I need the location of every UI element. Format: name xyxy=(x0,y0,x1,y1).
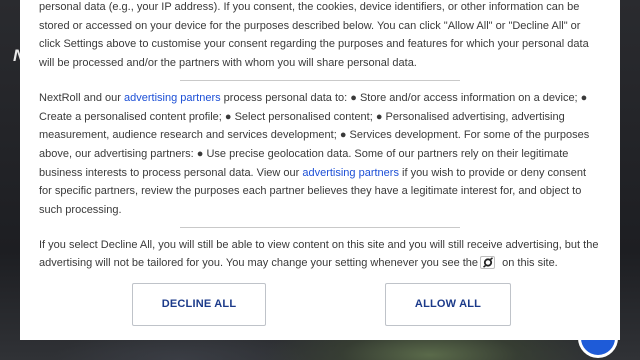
partners-text-a: NextRoll and our xyxy=(39,91,124,104)
decline-info-text-b: on this site. xyxy=(499,257,558,270)
partners-text-b: process personal data to: ● Store and/or… xyxy=(39,91,590,179)
advertising-partners-link[interactable]: advertising partners xyxy=(124,92,221,104)
consent-intro-text: personal data (e.g., your IP address). I… xyxy=(39,1,589,70)
decline-all-button[interactable]: DECLINE ALL xyxy=(132,283,266,326)
divider xyxy=(180,79,460,81)
cookie-consent-dialog: personal data (e.g., your IP address). I… xyxy=(20,0,620,340)
settings-cog-icon[interactable] xyxy=(480,256,496,270)
divider-2 xyxy=(180,226,460,228)
consent-decline-info-text: If you select Decline All, you will stil… xyxy=(39,236,601,273)
allow-all-button[interactable]: ALLOW ALL xyxy=(385,283,511,326)
consent-partners-text: NextRoll and our advertising partners pr… xyxy=(39,89,601,220)
advertising-partners-link-2[interactable]: advertising partners xyxy=(302,167,399,179)
